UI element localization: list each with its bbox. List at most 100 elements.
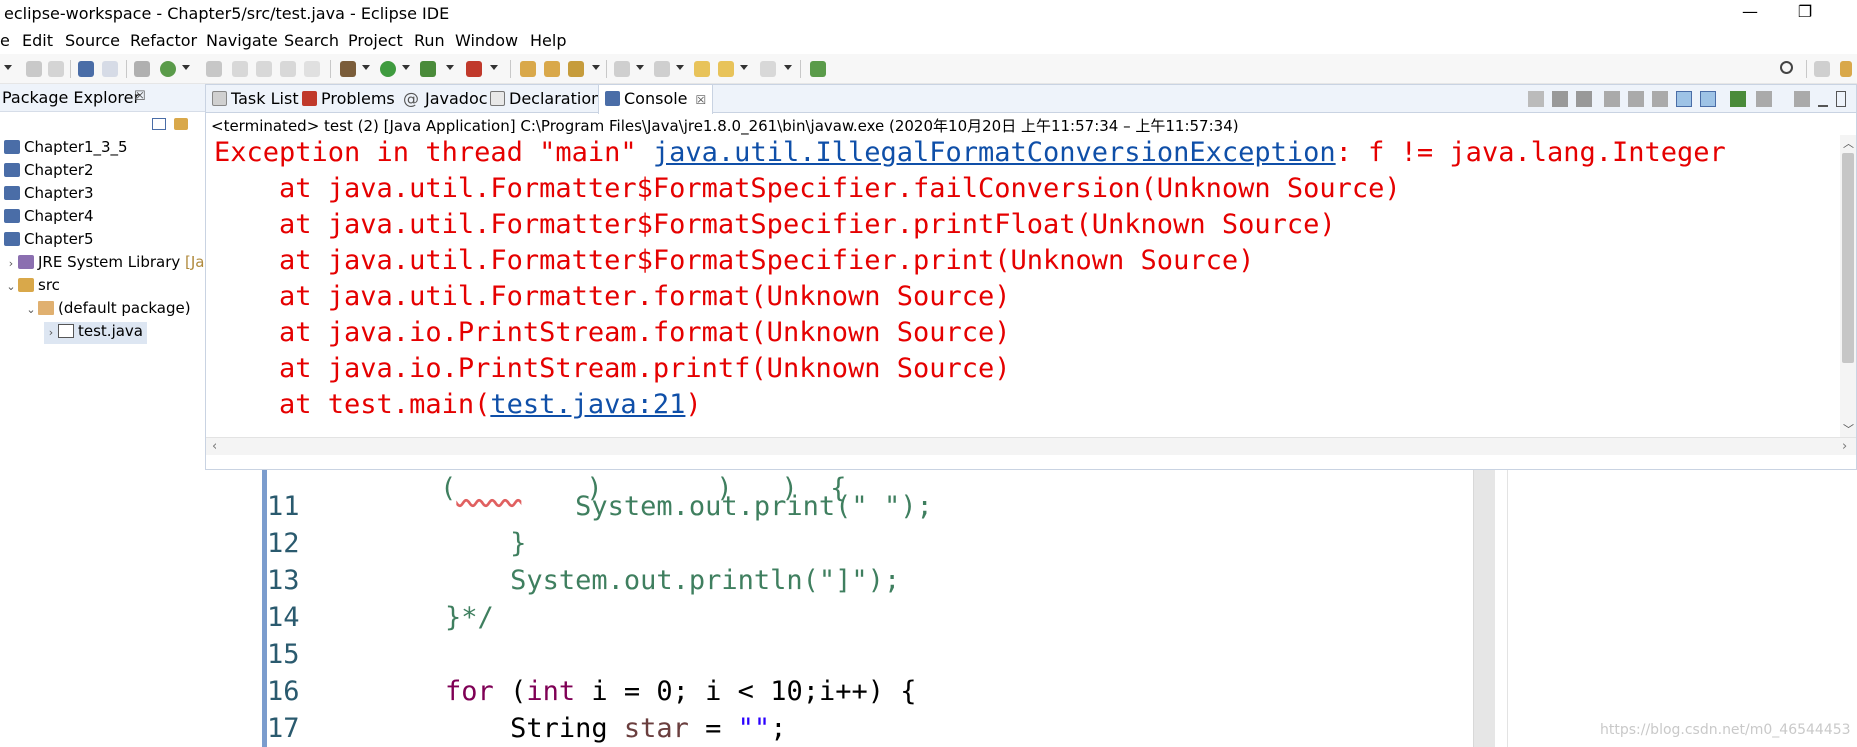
- restore-button[interactable]: ❐: [1785, 2, 1825, 26]
- save-all-icon[interactable]: [48, 61, 64, 77]
- dropdown-arrow-icon[interactable]: [636, 65, 644, 70]
- external-tools-run-icon[interactable]: [466, 61, 482, 77]
- tree-item-chapter1_3_5[interactable]: Chapter1_3_5: [4, 138, 128, 160]
- save-icon[interactable]: [26, 61, 42, 77]
- menu-navigate[interactable]: Navigate: [206, 31, 278, 50]
- scroll-left-icon[interactable]: ‹: [212, 439, 217, 454]
- new-class-icon[interactable]: [520, 61, 536, 77]
- debug-icon[interactable]: [340, 61, 356, 77]
- new-java-project-icon[interactable]: [134, 61, 150, 77]
- close-icon[interactable]: ☒: [134, 89, 146, 104]
- code-editor[interactable]: ( ) ) ) { 11 System.out.print(" "); 12 }…: [205, 470, 1857, 747]
- perspective-java-icon[interactable]: [1814, 61, 1830, 77]
- console-output[interactable]: Exception in thread "main" java.util.Ill…: [206, 135, 1838, 435]
- dropdown-arrow-icon[interactable]: [784, 65, 792, 70]
- dropdown-arrow-icon[interactable]: [740, 65, 748, 70]
- tree-item-jre-system-library[interactable]: › JRE System Library [Ja: [4, 253, 205, 275]
- run-coverage-icon[interactable]: [420, 61, 436, 77]
- tab-task-list[interactable]: Task List: [212, 85, 299, 113]
- perspective-debug-icon[interactable]: [1840, 61, 1852, 77]
- tab-declaration[interactable]: Declaration: [490, 85, 601, 113]
- editor-vertical-scrollbar[interactable]: [1473, 470, 1495, 747]
- prev-annotation-icon[interactable]: [654, 61, 670, 77]
- close-icon[interactable]: ☒: [696, 93, 707, 107]
- console-vertical-scrollbar[interactable]: ︿ ﹀: [1840, 135, 1856, 437]
- open-console-icon[interactable]: [1794, 91, 1810, 107]
- pin-console-icon[interactable]: [1730, 91, 1746, 107]
- dropdown-arrow-icon[interactable]: [446, 65, 454, 70]
- source-link[interactable]: test.java:21: [490, 389, 685, 420]
- last-edit-icon[interactable]: [694, 61, 710, 77]
- open-perspective-icon[interactable]: [810, 61, 826, 77]
- chevron-right-icon[interactable]: ›: [4, 257, 18, 270]
- tree-item-src[interactable]: ⌄ src: [4, 276, 60, 298]
- window-title: eclipse-workspace - Chapter5/src/test.ja…: [4, 4, 450, 23]
- maximize-view-icon[interactable]: [1836, 91, 1846, 107]
- console-horizontal-scrollbar[interactable]: ‹ ›: [206, 437, 1856, 455]
- tab-javadoc[interactable]: @ Javadoc: [403, 85, 488, 113]
- menu-help[interactable]: Help: [530, 31, 566, 50]
- dropdown-arrow-icon[interactable]: [402, 65, 410, 70]
- terminate-icon[interactable]: [1528, 91, 1544, 107]
- package-explorer-tab[interactable]: Package Explorer ☒: [0, 84, 205, 112]
- minimize-view-icon[interactable]: [1818, 91, 1828, 107]
- collapse-all-icon[interactable]: [152, 118, 166, 130]
- tab-console[interactable]: Console ☒: [598, 85, 714, 114]
- external-tools-icon[interactable]: [256, 61, 272, 77]
- clear-console-icon[interactable]: [1604, 91, 1620, 107]
- menu-run[interactable]: Run: [414, 31, 445, 50]
- show-whitespace-icon[interactable]: [304, 61, 320, 77]
- run-icon[interactable]: [380, 61, 396, 77]
- dropdown-arrow-icon[interactable]: [362, 65, 370, 70]
- tree-item-chapter4[interactable]: Chapter4: [4, 207, 94, 229]
- scroll-right-icon[interactable]: ›: [1842, 439, 1847, 454]
- dropdown-arrow-icon[interactable]: [490, 65, 498, 70]
- menu-search[interactable]: Search: [284, 31, 339, 50]
- skip-breakpoints-icon[interactable]: [102, 61, 118, 77]
- tree-item-chapter3[interactable]: Chapter3: [4, 184, 94, 206]
- menu-source[interactable]: Source: [65, 31, 120, 50]
- dropdown-arrow-icon[interactable]: [676, 65, 684, 70]
- chevron-down-icon[interactable]: ⌄: [24, 303, 38, 316]
- menu-file[interactable]: e: [0, 31, 10, 50]
- tree-item-chapter2[interactable]: Chapter2: [4, 161, 94, 183]
- chevron-down-icon[interactable]: ⌄: [4, 280, 18, 293]
- remove-launch-icon[interactable]: [1552, 91, 1568, 107]
- open-type-icon[interactable]: [544, 61, 560, 77]
- scroll-lock-icon[interactable]: [1628, 91, 1644, 107]
- new-icon[interactable]: [160, 61, 176, 77]
- search-tool-icon[interactable]: [568, 61, 584, 77]
- dropdown-arrow-icon[interactable]: [4, 65, 12, 70]
- back-icon[interactable]: [718, 61, 734, 77]
- minimize-button[interactable]: —: [1730, 2, 1770, 26]
- next-annotation-icon[interactable]: [614, 61, 630, 77]
- dropdown-arrow-icon[interactable]: [182, 65, 190, 70]
- tree-item-chapter5[interactable]: Chapter5: [4, 230, 94, 252]
- chevron-right-icon[interactable]: ›: [44, 326, 58, 339]
- bug-icon[interactable]: [232, 61, 248, 77]
- show-console-on-stdout-icon[interactable]: [1676, 91, 1692, 107]
- tree-item-default-package[interactable]: ⌄ (default package): [24, 299, 190, 321]
- terminal-icon[interactable]: [78, 61, 94, 77]
- menu-window[interactable]: Window: [455, 31, 518, 50]
- link-with-editor-icon[interactable]: [174, 118, 188, 130]
- menu-refactor[interactable]: Refactor: [130, 31, 197, 50]
- tree-item-test-java[interactable]: › test.java: [44, 322, 148, 344]
- pin-icon[interactable]: [206, 61, 222, 77]
- word-wrap-icon[interactable]: [1652, 91, 1668, 107]
- scroll-down-icon[interactable]: ﹀: [1843, 421, 1854, 437]
- tab-problems[interactable]: Problems: [302, 85, 395, 113]
- show-console-on-stderr-icon[interactable]: [1700, 91, 1716, 107]
- menu-project[interactable]: Project: [348, 31, 403, 50]
- dropdown-arrow-icon[interactable]: [592, 65, 600, 70]
- scrollbar-thumb[interactable]: [1842, 153, 1854, 363]
- display-selected-console-icon[interactable]: [1756, 91, 1772, 107]
- remove-all-terminated-icon[interactable]: [1576, 91, 1592, 107]
- forward-icon[interactable]: [760, 61, 776, 77]
- scroll-up-icon[interactable]: ︿: [1843, 135, 1854, 151]
- exception-class-link[interactable]: java.util.IllegalFormatConversionExcepti…: [653, 137, 1336, 168]
- open-task-icon[interactable]: [280, 61, 296, 77]
- search-icon[interactable]: [1780, 61, 1793, 74]
- stack-frame: at java.io.PrintStream.format(Unknown So…: [214, 317, 1011, 348]
- menu-edit[interactable]: Edit: [22, 31, 53, 50]
